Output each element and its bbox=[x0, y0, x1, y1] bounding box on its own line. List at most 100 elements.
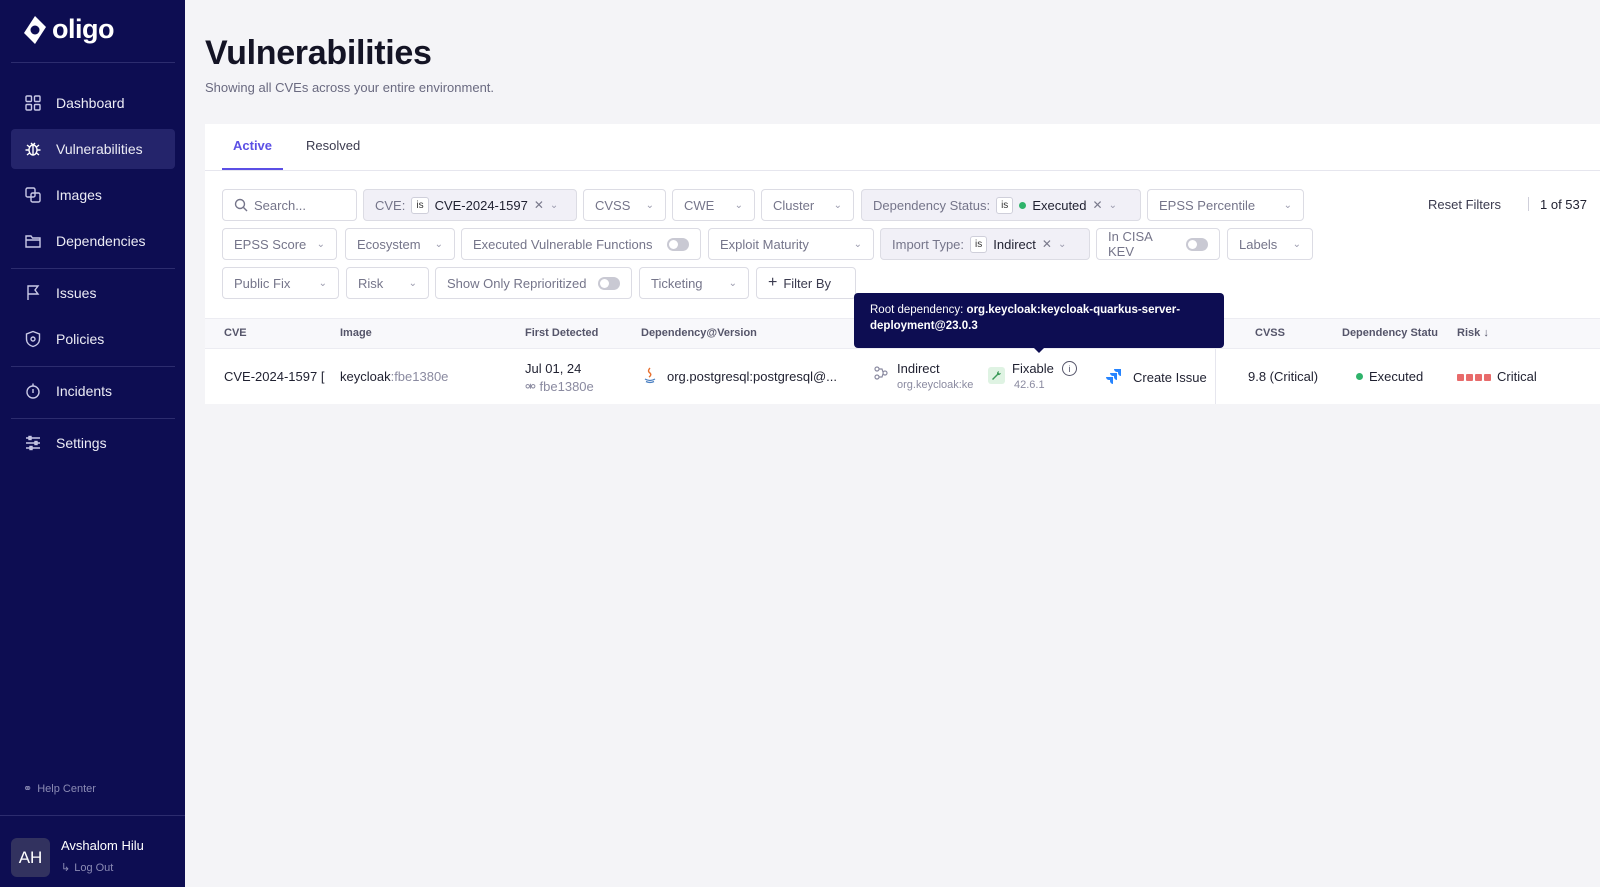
image-tag: :fbe1380e bbox=[390, 369, 449, 384]
close-icon[interactable]: ✕ bbox=[534, 198, 544, 212]
sidebar-item-dependencies[interactable]: Dependencies bbox=[11, 221, 175, 261]
tooltip-prefix: Root dependency: bbox=[870, 304, 967, 316]
search-placeholder: Search... bbox=[254, 197, 307, 213]
column-header-risk[interactable]: Risk ↓ bbox=[1457, 327, 1489, 339]
reset-filters-button[interactable]: Reset Filters bbox=[1428, 197, 1501, 212]
sidebar-item-images[interactable]: Images bbox=[11, 175, 175, 215]
wrench-icon bbox=[988, 367, 1005, 384]
tab-resolved[interactable]: Resolved bbox=[306, 138, 360, 153]
executed-status-dot bbox=[1356, 373, 1363, 380]
toggle-switch[interactable] bbox=[667, 237, 689, 251]
dependency-tree-icon bbox=[874, 366, 888, 383]
cwe-filter[interactable]: CWE ⌄ bbox=[672, 189, 755, 221]
risk-cell: Critical bbox=[1457, 369, 1537, 384]
detected-tag-label: fbe1380e bbox=[539, 379, 594, 394]
tab-active[interactable]: Active bbox=[233, 138, 272, 153]
column-header-image[interactable]: Image bbox=[340, 327, 372, 339]
cvss-filter[interactable]: CVSS ⌄ bbox=[583, 189, 666, 221]
in-cisa-kev-toggle[interactable]: In CISA KEV bbox=[1096, 228, 1220, 260]
exploit-maturity-filter[interactable]: Exploit Maturity ⌄ bbox=[708, 228, 874, 260]
chevron-down-icon: ⌄ bbox=[833, 199, 842, 211]
sort-arrow-icon: ↓ bbox=[1483, 327, 1489, 339]
chevron-down-icon: ⌄ bbox=[318, 277, 327, 289]
cvss-cell: 9.8 (Critical) bbox=[1248, 369, 1319, 384]
oligo-logo[interactable]: oligo bbox=[22, 14, 114, 45]
filter-by-button[interactable]: + Filter By bbox=[756, 267, 856, 299]
cve-cell[interactable]: CVE-2024-1597 [ bbox=[224, 369, 334, 384]
ecosystem-filter[interactable]: Ecosystem ⌄ bbox=[345, 228, 455, 260]
sliders-icon bbox=[26, 435, 40, 451]
epss-score-filter[interactable]: EPSS Score ⌄ bbox=[222, 228, 337, 260]
chevron-down-icon: ⌄ bbox=[1292, 238, 1301, 250]
sidebar-divider bbox=[11, 418, 175, 419]
filter-operator[interactable]: is bbox=[411, 196, 429, 214]
dependency-status-filter[interactable]: Dependency Status: is Executed ✕ ⌄ bbox=[861, 189, 1141, 221]
tag-icon: ⚮ bbox=[525, 379, 536, 394]
filter-label: Public Fix bbox=[234, 275, 291, 291]
result-count: 1 of 537 bbox=[1540, 197, 1587, 212]
filter-label: Show Only Reprioritized bbox=[447, 275, 587, 291]
filter-label: Labels bbox=[1239, 236, 1278, 252]
filter-value: CVE-2024-1597 bbox=[434, 197, 528, 213]
logo-text: oligo bbox=[52, 14, 114, 44]
ticketing-filter[interactable]: Ticketing ⌄ bbox=[639, 267, 749, 299]
sidebar-item-settings[interactable]: Settings bbox=[11, 423, 175, 463]
column-header-dependency-version[interactable]: Dependency@Version bbox=[641, 327, 757, 339]
chevron-down-icon: ⌄ bbox=[728, 277, 737, 289]
sidebar-item-label: Vulnerabilities bbox=[56, 141, 143, 157]
chevron-down-icon: ⌄ bbox=[1057, 238, 1067, 250]
filter-label: CWE bbox=[684, 197, 715, 213]
oligo-logo-icon bbox=[24, 15, 46, 44]
filter-label: EPSS Percentile bbox=[1159, 197, 1256, 213]
filter-operator[interactable]: is bbox=[970, 235, 988, 253]
logout-label: Log Out bbox=[74, 861, 114, 874]
close-icon[interactable]: ✕ bbox=[1042, 237, 1052, 251]
toggle-switch[interactable] bbox=[598, 276, 620, 290]
cluster-filter[interactable]: Cluster ⌄ bbox=[761, 189, 854, 221]
sidebar-item-dashboard[interactable]: Dashboard bbox=[11, 83, 175, 123]
import-root: org.keycloak:ke bbox=[897, 379, 974, 391]
column-header-first-detected[interactable]: First Detected bbox=[525, 327, 598, 339]
search-input[interactable]: Search... bbox=[222, 189, 357, 221]
info-icon[interactable]: i bbox=[1062, 361, 1077, 376]
show-only-reprioritized-toggle[interactable]: Show Only Reprioritized bbox=[435, 267, 632, 299]
labels-filter[interactable]: Labels ⌄ bbox=[1227, 228, 1313, 260]
shield-icon bbox=[25, 330, 41, 348]
column-header-cve[interactable]: CVE bbox=[224, 327, 247, 339]
logout-button[interactable]: ↳ Log Out bbox=[61, 861, 114, 875]
dependency-status-cell: Executed bbox=[1356, 369, 1423, 384]
filter-operator[interactable]: is bbox=[996, 196, 1014, 214]
dependency-cell[interactable]: org.postgresql:postgresql@... bbox=[667, 369, 847, 384]
avatar[interactable]: AH bbox=[11, 838, 50, 877]
jira-icon bbox=[1106, 368, 1123, 388]
create-issue-button[interactable]: Create Issue bbox=[1133, 370, 1207, 385]
folder-icon bbox=[25, 235, 41, 248]
plus-icon: + bbox=[768, 274, 778, 291]
sidebar-divider bbox=[11, 62, 175, 63]
user-name: Avshalom Hilu bbox=[61, 838, 144, 853]
epss-percentile-filter[interactable]: EPSS Percentile ⌄ bbox=[1147, 189, 1304, 221]
executed-vulnerable-functions-toggle[interactable]: Executed Vulnerable Functions bbox=[461, 228, 701, 260]
sidebar-item-label: Policies bbox=[56, 331, 105, 347]
toggle-switch[interactable] bbox=[1186, 237, 1208, 251]
root-dependency-tooltip: Root dependency: org.keycloak:keycloak-q… bbox=[854, 293, 1224, 348]
sidebar-item-incidents[interactable]: Incidents bbox=[11, 371, 175, 411]
sidebar-item-label: Dependencies bbox=[56, 233, 146, 249]
public-fix-filter[interactable]: Public Fix ⌄ bbox=[222, 267, 339, 299]
sidebar-item-issues[interactable]: Issues bbox=[11, 273, 175, 313]
page-subtitle: Showing all CVEs across your entire envi… bbox=[205, 80, 495, 95]
close-icon[interactable]: ✕ bbox=[1093, 198, 1103, 212]
chevron-down-icon: ⌄ bbox=[434, 238, 443, 250]
import-type-filter[interactable]: Import Type: is Indirect ✕ ⌄ bbox=[880, 228, 1090, 260]
import-type: Indirect bbox=[897, 361, 940, 376]
column-header-cvss[interactable]: CVSS bbox=[1255, 327, 1285, 339]
help-center-link[interactable]: ⚭ Help Center bbox=[23, 782, 96, 796]
cve-filter[interactable]: CVE: is CVE-2024-1597 ✕ ⌄ bbox=[363, 189, 577, 221]
column-header-dependency-status[interactable]: Dependency Statu bbox=[1342, 327, 1438, 339]
sidebar-item-label: Issues bbox=[56, 285, 97, 301]
sidebar-item-vulnerabilities[interactable]: Vulnerabilities bbox=[11, 129, 175, 169]
image-cell[interactable]: keycloak:fbe1380e bbox=[340, 369, 448, 384]
filter-label: In CISA KEV bbox=[1108, 229, 1153, 259]
risk-filter[interactable]: Risk ⌄ bbox=[346, 267, 429, 299]
sidebar-item-policies[interactable]: Policies bbox=[11, 319, 175, 359]
